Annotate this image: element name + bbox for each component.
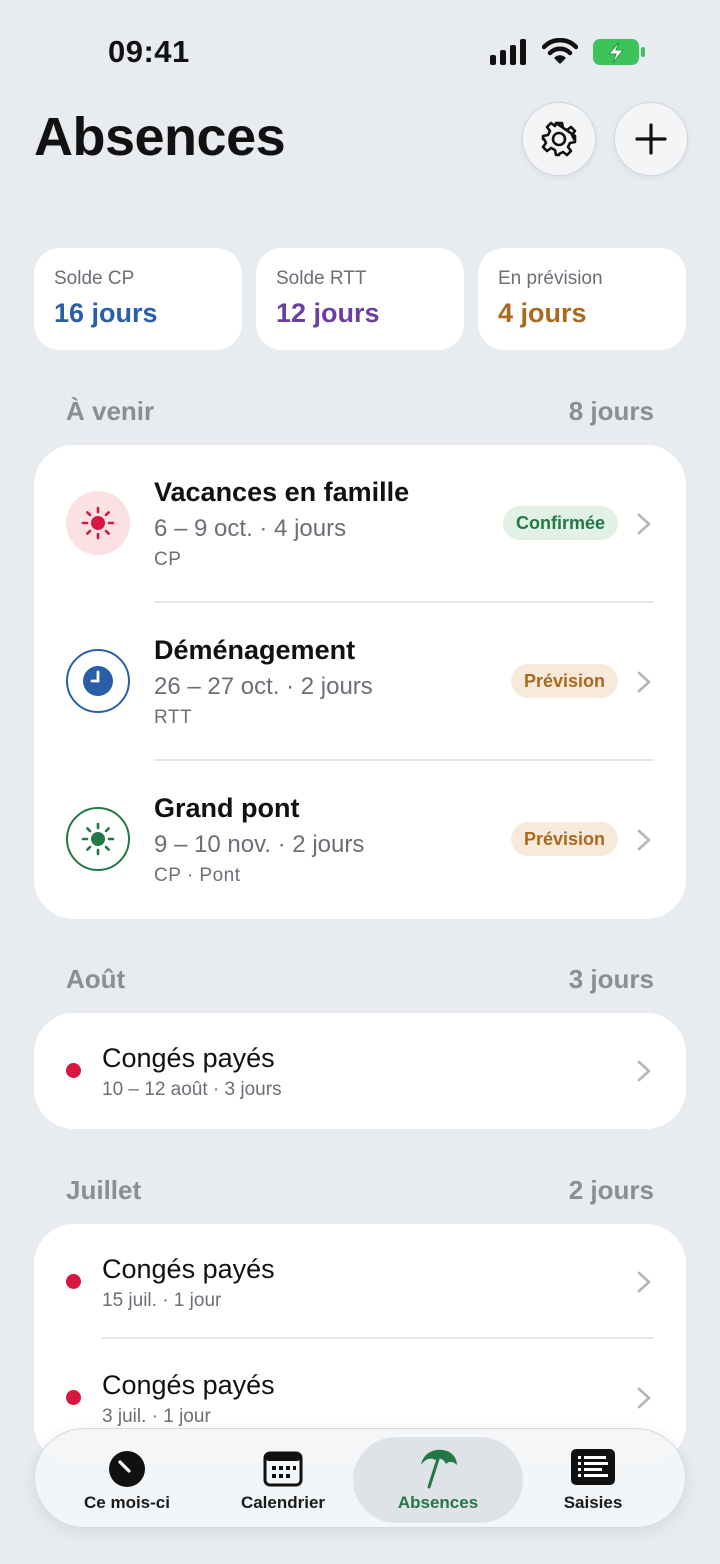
absence-dates: 10 – 12 août · 3 jours xyxy=(102,1079,282,1100)
absence-dates: 15 juil. · 1 jour xyxy=(102,1290,222,1311)
summary-card-forecast[interactable]: En prévision 4 jours xyxy=(478,248,686,350)
absence-type: CP xyxy=(154,549,182,570)
chevron-right-icon xyxy=(637,1271,651,1293)
tab-label: Calendrier xyxy=(240,1493,326,1512)
chevron-right-icon xyxy=(637,1060,651,1082)
status-bar: 09:41 xyxy=(0,0,720,100)
tab-label: Saisies xyxy=(563,1493,623,1512)
list-icon xyxy=(571,1449,615,1485)
summary-card-rtt[interactable]: Solde RTT 12 jours xyxy=(256,248,464,350)
divider xyxy=(102,1337,654,1339)
absence-row[interactable]: Congés payés 15 juil. · 1 jour xyxy=(34,1224,686,1338)
absence-title: Congés payés xyxy=(102,1043,275,1073)
section-label: Juillet xyxy=(66,1175,142,1205)
summary-label: Solde RTT xyxy=(276,268,367,289)
status-icons xyxy=(490,38,646,66)
sun-icon xyxy=(66,491,130,555)
absence-row[interactable]: Grand pont 9 – 10 nov. · 2 jours CP · Po… xyxy=(34,761,686,919)
page-title: Absences xyxy=(34,107,286,167)
section-header-upcoming: À venir 8 jours xyxy=(66,396,654,427)
wifi-icon xyxy=(542,38,578,64)
summary-card-cp[interactable]: Solde CP 16 jours xyxy=(34,248,242,350)
section-label: À venir xyxy=(66,396,155,426)
summary-value: 12 jours xyxy=(276,298,380,328)
settings-button[interactable] xyxy=(522,102,596,176)
gauge-icon xyxy=(109,1451,145,1487)
status-dot xyxy=(66,1063,81,1078)
umbrella-icon xyxy=(421,1449,457,1489)
absence-dates: 6 – 9 oct. · 4 jours xyxy=(154,515,347,542)
august-card: Congés payés 10 – 12 août · 3 jours xyxy=(34,1013,686,1129)
summary-value: 16 jours xyxy=(54,298,158,328)
chevron-right-icon xyxy=(637,1387,651,1409)
plus-icon xyxy=(635,123,667,155)
status-badge: Prévision xyxy=(510,822,618,856)
chevron-right-icon xyxy=(637,513,651,535)
gear-icon xyxy=(541,121,577,157)
signal-icon xyxy=(490,39,526,65)
clock-icon xyxy=(66,649,130,713)
summary-label: Solde CP xyxy=(54,268,135,289)
absence-dates: 3 juil. · 1 jour xyxy=(102,1406,211,1427)
tab-bar: Ce mois-ci Calendrier Absences Saisies xyxy=(34,1428,686,1528)
section-total: 2 jours xyxy=(568,1175,654,1205)
absence-row[interactable]: Vacances en famille 6 – 9 oct. · 4 jours… xyxy=(34,445,686,603)
absence-title: Congés payés xyxy=(102,1370,275,1400)
status-time: 09:41 xyxy=(108,34,190,69)
summary-value: 4 jours xyxy=(498,298,587,328)
add-absence-button[interactable] xyxy=(614,102,688,176)
tab-absences[interactable]: Absences xyxy=(353,1429,523,1529)
upcoming-card: Vacances en famille 6 – 9 oct. · 4 jours… xyxy=(34,445,686,919)
status-badge: Confirmée xyxy=(502,506,618,540)
absence-title: Vacances en famille xyxy=(154,477,410,507)
sun-icon xyxy=(66,807,130,871)
tab-calendar[interactable]: Calendrier xyxy=(203,1429,363,1529)
summary-label: En prévision xyxy=(498,268,603,289)
section-total: 8 jours xyxy=(568,396,654,426)
absence-row[interactable]: Congés payés 10 – 12 août · 3 jours xyxy=(34,1013,686,1129)
absence-dates: 9 – 10 nov. · 2 jours xyxy=(154,831,365,858)
status-dot xyxy=(66,1274,81,1289)
tab-label: Ce mois-ci xyxy=(84,1493,170,1512)
absence-title: Déménagement xyxy=(154,635,356,665)
absence-type: RTT xyxy=(154,707,193,728)
battery-icon xyxy=(593,39,645,65)
status-badge: Prévision xyxy=(510,664,618,698)
absence-dates: 26 – 27 oct. · 2 jours xyxy=(154,673,373,700)
section-header-august: Août 3 jours xyxy=(66,964,654,995)
tab-entries[interactable]: Saisies xyxy=(513,1429,673,1529)
absence-row[interactable]: Déménagement 26 – 27 oct. · 2 jours RTT … xyxy=(34,603,686,761)
status-dot xyxy=(66,1390,81,1405)
chevron-right-icon xyxy=(637,671,651,693)
tab-this-month[interactable]: Ce mois-ci xyxy=(47,1429,207,1529)
absence-type: CP · Pont xyxy=(154,865,241,886)
absence-title: Congés payés xyxy=(102,1254,275,1284)
tab-label: Absences xyxy=(397,1493,479,1512)
calendar-icon xyxy=(263,1451,303,1487)
chevron-right-icon xyxy=(637,829,651,851)
absence-title: Grand pont xyxy=(154,793,300,823)
section-header-july: Juillet 2 jours xyxy=(66,1175,654,1206)
section-label: Août xyxy=(66,964,126,994)
section-total: 3 jours xyxy=(568,964,654,994)
